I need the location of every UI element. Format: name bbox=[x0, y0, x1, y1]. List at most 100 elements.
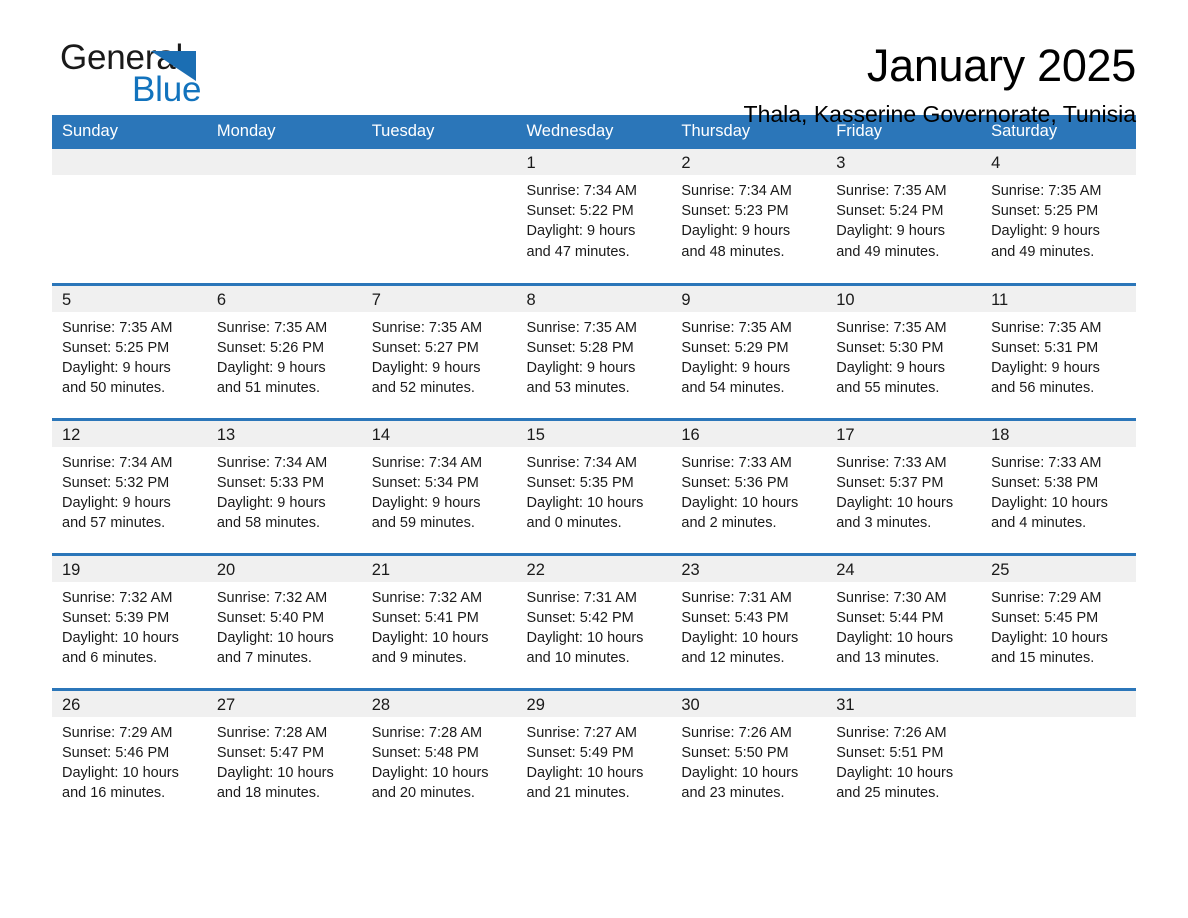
calendar-day-cell-empty bbox=[361, 149, 517, 284]
sunset-text: Sunset: 5:37 PM bbox=[836, 474, 944, 491]
day-number bbox=[206, 149, 362, 175]
calendar-day-cell[interactable]: 31 Sunrise: 7:26 AM Sunset: 5:51 PM Dayligh… bbox=[826, 687, 982, 824]
sunset-text: Sunset: 5:50 PM bbox=[681, 744, 789, 761]
sunset-text: Sunset: 5:22 PM bbox=[526, 203, 634, 220]
calendar-week-row: 26 Sunrise: 7:29 AM Sunset: 5:46 PM Dayligh… bbox=[52, 687, 1136, 824]
calendar-day-cell[interactable]: 4 Sunrise: 7:35 AM Sunset: 5:25 PM Daylight… bbox=[981, 149, 1136, 284]
calendar-day-cell[interactable]: 13 Sunrise: 7:34 AM Sunset: 5:33 PM Dayligh… bbox=[206, 417, 362, 554]
calendar-day-cell[interactable]: 26 Sunrise: 7:29 AM Sunset: 5:46 PM Dayligh… bbox=[52, 687, 207, 824]
calendar-table: Sunday Monday Tuesday Wednesday Thursday Frid… bbox=[52, 115, 1136, 824]
day-details: Sunrise: 7:29 AM Sunset: 5:46 PM Daylight:… bbox=[52, 717, 207, 804]
sunset-text: Sunset: 5:42 PM bbox=[526, 609, 634, 626]
calendar-day-cell[interactable]: 19 Sunrise: 7:32 AM Sunset: 5:39 PM Dayligh… bbox=[52, 552, 207, 689]
sunrise-text: Sunrise: 7:35 AM bbox=[62, 319, 173, 336]
day-details: Sunrise: 7:35 AM Sunset: 5:25 PM Daylight:… bbox=[52, 312, 207, 399]
sunrise-text: Sunrise: 7:33 AM bbox=[991, 454, 1102, 471]
day-details: Sunrise: 7:32 AM Sunset: 5:39 PM Daylight:… bbox=[52, 582, 207, 669]
calendar-day-cell[interactable]: 25 Sunrise: 7:29 AM Sunset: 5:45 PM Dayligh… bbox=[981, 552, 1136, 689]
weekday-header-wednesday: Wednesday bbox=[516, 115, 672, 149]
sunrise-text: Sunrise: 7:30 AM bbox=[836, 589, 947, 606]
calendar-day-cell[interactable]: 7 Sunrise: 7:35 AM Sunset: 5:27 PM Daylight… bbox=[361, 282, 517, 419]
sunset-text: Sunset: 5:24 PM bbox=[836, 203, 944, 220]
day-number bbox=[981, 690, 1136, 717]
sunrise-text: Sunrise: 7:35 AM bbox=[216, 319, 328, 336]
calendar-day-cell[interactable]: 8 Sunrise: 7:35 AM Sunset: 5:28 PM Daylight… bbox=[516, 282, 672, 419]
sunset-text: Sunset: 5:41 PM bbox=[371, 609, 479, 626]
calendar-day-cell[interactable]: 12 Sunrise: 7:34 AM Sunset: 5:32 PM Dayligh… bbox=[52, 417, 207, 554]
calendar-day-cell[interactable]: 3 Sunrise: 7:35 AM Sunset: 5:24 PM Daylight… bbox=[826, 149, 982, 284]
daylight-text: Daylight: 10 hours and 2 minutes. bbox=[681, 494, 799, 532]
daylight-text: Daylight: 10 hours and 13 minutes. bbox=[836, 629, 954, 667]
calendar-day-cell[interactable]: 17 Sunrise: 7:33 AM Sunset: 5:37 PM Dayligh… bbox=[826, 417, 982, 554]
day-number: 2 bbox=[671, 149, 827, 175]
day-number bbox=[52, 149, 207, 175]
calendar-day-cell[interactable]: 11 Sunrise: 7:35 AM Sunset: 5:31 PM Dayligh… bbox=[981, 282, 1136, 419]
calendar-day-cell[interactable]: 6 Sunrise: 7:35 AM Sunset: 5:26 PM Daylight… bbox=[206, 282, 362, 419]
daylight-text: Daylight: 9 hours and 59 minutes. bbox=[371, 494, 481, 532]
sunrise-text: Sunrise: 7:28 AM bbox=[371, 724, 483, 741]
calendar-day-cell[interactable]: 23 Sunrise: 7:31 AM Sunset: 5:43 PM Dayligh… bbox=[671, 552, 827, 689]
sunrise-text: Sunrise: 7:31 AM bbox=[526, 589, 637, 606]
calendar-day-cell[interactable]: 2 Sunrise: 7:34 AM Sunset: 5:23 PM Daylight… bbox=[671, 149, 827, 284]
daylight-text: Daylight: 9 hours and 57 minutes. bbox=[62, 494, 171, 532]
daylight-text: Daylight: 10 hours and 9 minutes. bbox=[371, 629, 489, 667]
daylight-text: Daylight: 10 hours and 20 minutes. bbox=[371, 764, 489, 802]
daylight-text: Daylight: 10 hours and 4 minutes. bbox=[991, 494, 1108, 532]
calendar-day-cell[interactable]: 21 Sunrise: 7:32 AM Sunset: 5:41 PM Dayligh… bbox=[361, 552, 517, 689]
day-number: 10 bbox=[826, 285, 982, 312]
day-number: 14 bbox=[361, 420, 517, 447]
sunrise-text: Sunrise: 7:34 AM bbox=[62, 454, 173, 471]
day-number: 9 bbox=[671, 285, 827, 312]
calendar-day-cell[interactable]: 15 Sunrise: 7:34 AM Sunset: 5:35 PM Dayligh… bbox=[516, 417, 672, 554]
day-number: 3 bbox=[826, 149, 982, 175]
day-number: 17 bbox=[826, 420, 982, 447]
day-details: Sunrise: 7:28 AM Sunset: 5:47 PM Daylight:… bbox=[207, 717, 362, 804]
sunset-text: Sunset: 5:28 PM bbox=[526, 339, 634, 356]
day-number: 28 bbox=[361, 690, 517, 717]
day-details: Sunrise: 7:35 AM Sunset: 5:26 PM Daylight:… bbox=[207, 312, 362, 399]
calendar-week-row: 1 Sunrise: 7:34 AM Sunset: 5:22 PM Daylight… bbox=[52, 149, 1136, 284]
calendar-day-cell[interactable]: 20 Sunrise: 7:32 AM Sunset: 5:40 PM Dayligh… bbox=[206, 552, 362, 689]
calendar-day-cell[interactable]: 29 Sunrise: 7:27 AM Sunset: 5:49 PM Dayligh… bbox=[516, 687, 672, 824]
calendar-day-cell[interactable]: 22 Sunrise: 7:31 AM Sunset: 5:42 PM Dayligh… bbox=[516, 552, 672, 689]
day-details: Sunrise: 7:35 AM Sunset: 5:27 PM Daylight:… bbox=[362, 312, 517, 399]
sunset-text: Sunset: 5:48 PM bbox=[371, 744, 479, 761]
sunrise-text: Sunrise: 7:34 AM bbox=[526, 454, 637, 471]
sunrise-text: Sunrise: 7:35 AM bbox=[681, 319, 792, 336]
sunrise-text: Sunrise: 7:32 AM bbox=[62, 589, 173, 606]
day-details: Sunrise: 7:34 AM Sunset: 5:33 PM Daylight:… bbox=[207, 447, 362, 534]
day-details: Sunrise: 7:26 AM Sunset: 5:50 PM Daylight:… bbox=[671, 717, 826, 804]
calendar-day-cell[interactable]: 24 Sunrise: 7:30 AM Sunset: 5:44 PM Dayligh… bbox=[826, 552, 982, 689]
calendar-day-cell[interactable]: 1 Sunrise: 7:34 AM Sunset: 5:22 PM Daylight… bbox=[516, 149, 672, 284]
day-number: 18 bbox=[981, 420, 1136, 447]
calendar-day-cell[interactable]: 14 Sunrise: 7:34 AM Sunset: 5:34 PM Dayligh… bbox=[361, 417, 517, 554]
calendar-body: 1 Sunrise: 7:34 AM Sunset: 5:22 PM Daylight… bbox=[52, 149, 1136, 824]
sunrise-text: Sunrise: 7:29 AM bbox=[62, 724, 173, 741]
calendar-day-cell[interactable]: 16 Sunrise: 7:33 AM Sunset: 5:36 PM Dayligh… bbox=[671, 417, 827, 554]
calendar-day-cell[interactable]: 9 Sunrise: 7:35 AM Sunset: 5:29 PM Daylight… bbox=[671, 282, 827, 419]
daylight-text: Daylight: 9 hours and 51 minutes. bbox=[216, 359, 326, 397]
generalblue-logo[interactable]: General Blue bbox=[52, 40, 242, 116]
sunrise-text: Sunrise: 7:29 AM bbox=[991, 589, 1102, 606]
daylight-text: Daylight: 9 hours and 53 minutes. bbox=[526, 359, 636, 397]
day-details: Sunrise: 7:35 AM Sunset: 5:31 PM Daylight:… bbox=[981, 312, 1136, 399]
daylight-text: Daylight: 10 hours and 16 minutes. bbox=[62, 764, 179, 802]
sunrise-text: Sunrise: 7:27 AM bbox=[526, 724, 637, 741]
calendar-day-cell[interactable]: 18 Sunrise: 7:33 AM Sunset: 5:38 PM Dayligh… bbox=[981, 417, 1136, 554]
day-details: Sunrise: 7:34 AM Sunset: 5:32 PM Daylight:… bbox=[52, 447, 207, 534]
calendar-week-row: 12 Sunrise: 7:34 AM Sunset: 5:32 PM Dayligh… bbox=[52, 417, 1136, 554]
sunset-text: Sunset: 5:23 PM bbox=[681, 203, 789, 220]
calendar-day-cell[interactable]: 28 Sunrise: 7:28 AM Sunset: 5:48 PM Dayligh… bbox=[361, 687, 517, 824]
calendar-week-row: 5 Sunrise: 7:35 AM Sunset: 5:25 PM Daylight… bbox=[52, 282, 1136, 419]
sunset-text: Sunset: 5:31 PM bbox=[991, 339, 1099, 356]
calendar-day-cell[interactable]: 30 Sunrise: 7:26 AM Sunset: 5:50 PM Dayligh… bbox=[671, 687, 827, 824]
day-details: Sunrise: 7:33 AM Sunset: 5:37 PM Daylight:… bbox=[826, 447, 981, 534]
daylight-text: Daylight: 10 hours and 10 minutes. bbox=[526, 629, 644, 667]
calendar-day-cell[interactable]: 5 Sunrise: 7:35 AM Sunset: 5:25 PM Daylight… bbox=[52, 282, 207, 419]
daylight-text: Daylight: 9 hours and 54 minutes. bbox=[681, 359, 791, 397]
day-number: 6 bbox=[206, 285, 362, 312]
calendar-day-cell[interactable]: 27 Sunrise: 7:28 AM Sunset: 5:47 PM Dayligh… bbox=[206, 687, 362, 824]
calendar-day-cell[interactable]: 10 Sunrise: 7:35 AM Sunset: 5:30 PM Dayligh… bbox=[826, 282, 982, 419]
sunrise-text: Sunrise: 7:34 AM bbox=[526, 183, 637, 199]
day-number: 31 bbox=[826, 690, 982, 717]
